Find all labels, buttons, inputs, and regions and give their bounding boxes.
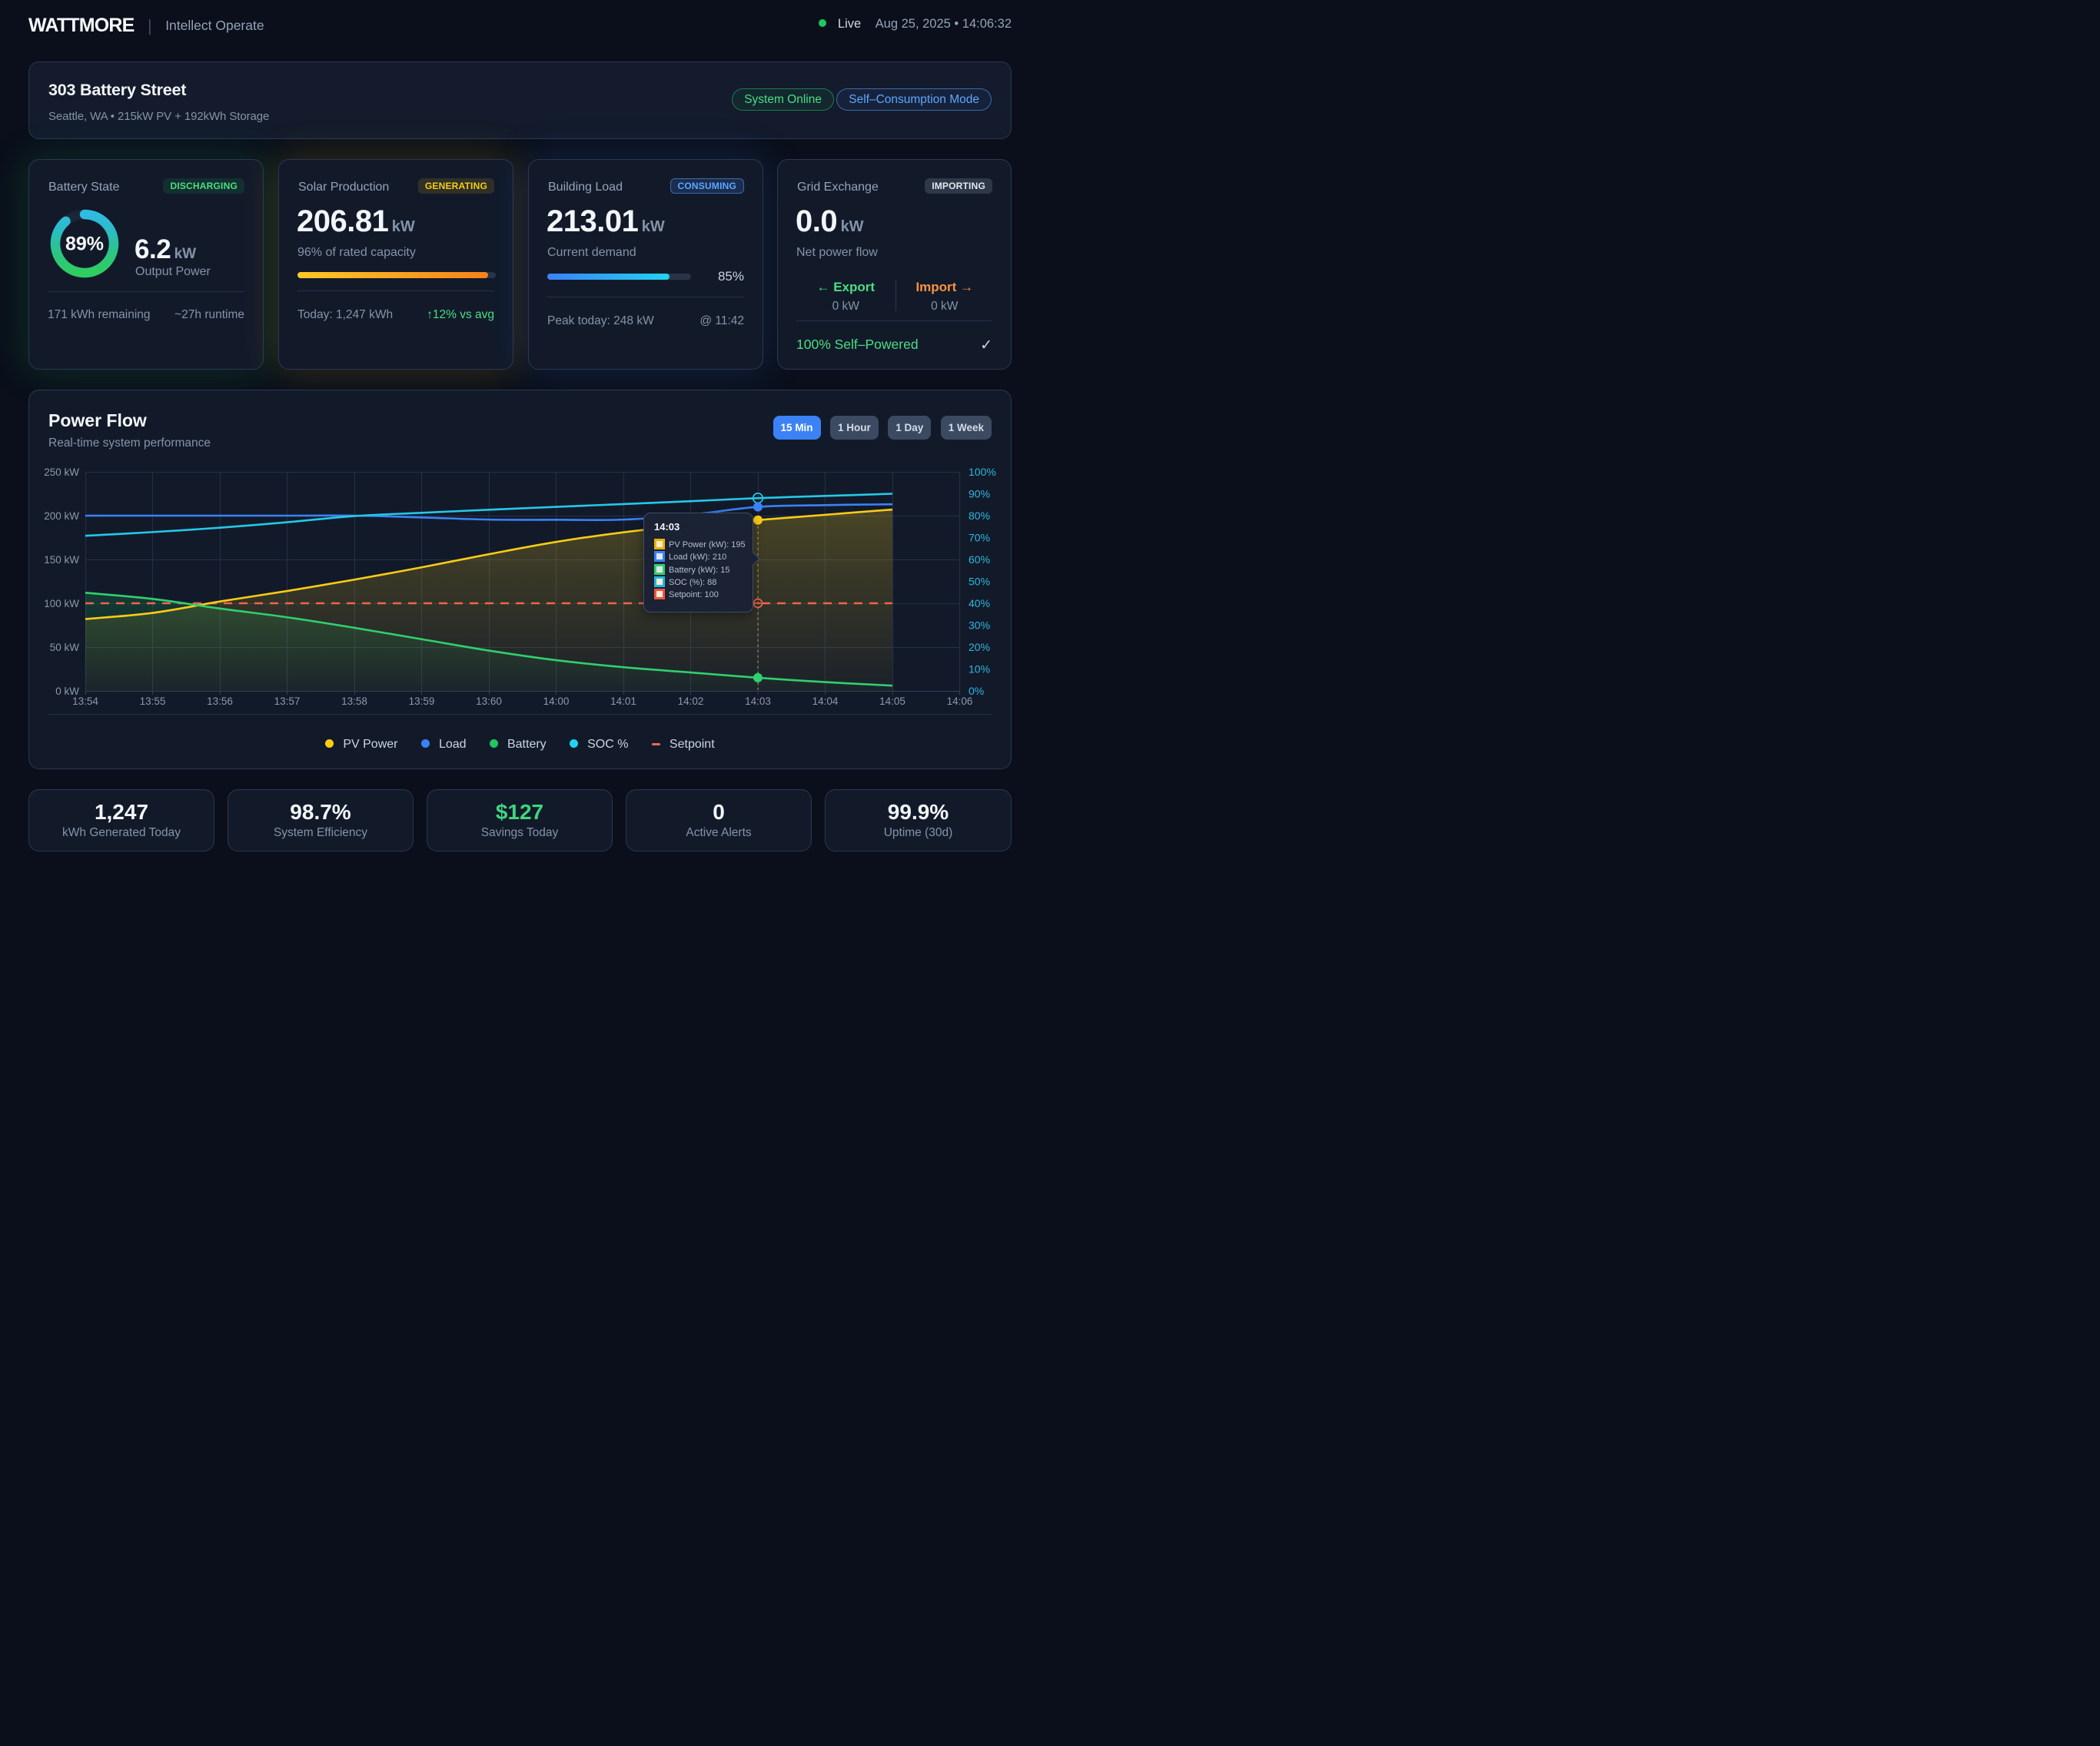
svg-text:200 kW: 200 kW <box>44 510 79 522</box>
svg-text:30%: 30% <box>969 619 990 632</box>
svg-text:150 kW: 150 kW <box>44 554 79 566</box>
svg-text:20%: 20% <box>969 641 990 653</box>
svg-text:14:04: 14:04 <box>812 695 839 707</box>
svg-text:14:02: 14:02 <box>678 695 704 707</box>
svg-text:14:01: 14:01 <box>610 695 636 707</box>
svg-text:50%: 50% <box>969 576 990 588</box>
svg-text:100 kW: 100 kW <box>44 598 79 609</box>
svg-text:250 kW: 250 kW <box>44 466 79 478</box>
svg-text:89%: 89% <box>65 234 104 255</box>
svg-text:14:03: 14:03 <box>745 695 771 707</box>
svg-text:13:55: 13:55 <box>140 695 166 707</box>
svg-text:50 kW: 50 kW <box>50 642 80 653</box>
svg-text:70%: 70% <box>969 532 990 544</box>
svg-text:13:54: 13:54 <box>72 695 98 707</box>
svg-text:14:05: 14:05 <box>879 695 905 707</box>
svg-text:13:59: 13:59 <box>409 695 435 707</box>
svg-text:14:06: 14:06 <box>947 695 973 707</box>
svg-text:13:57: 13:57 <box>274 695 301 707</box>
svg-text:14:00: 14:00 <box>543 695 570 707</box>
svg-text:10%: 10% <box>969 663 990 675</box>
svg-text:13:56: 13:56 <box>207 695 233 707</box>
svg-text:60%: 60% <box>969 553 990 566</box>
svg-text:13:60: 13:60 <box>476 695 502 707</box>
svg-text:80%: 80% <box>969 510 990 522</box>
svg-text:40%: 40% <box>969 597 990 609</box>
svg-text:90%: 90% <box>969 488 990 500</box>
svg-text:100%: 100% <box>969 466 996 478</box>
svg-text:13:58: 13:58 <box>341 695 367 707</box>
